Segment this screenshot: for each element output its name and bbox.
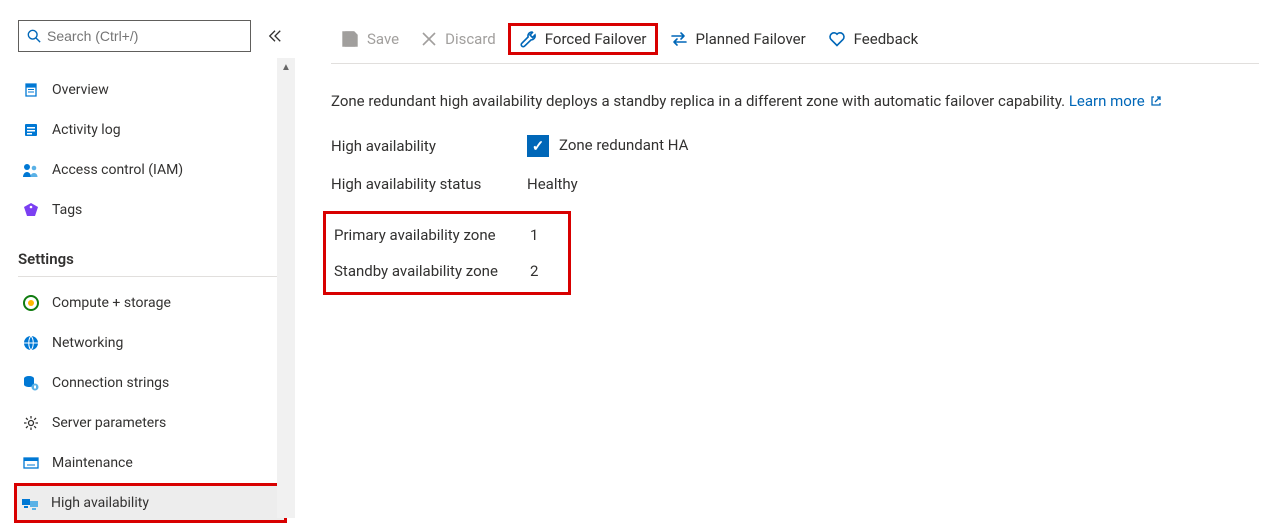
- standby-zone-label: Standby availability zone: [334, 262, 526, 280]
- primary-zone-value: 1: [530, 226, 538, 244]
- settings-heading: Settings: [18, 250, 287, 277]
- planned-failover-label: Planned Failover: [696, 30, 806, 48]
- standby-zone-value: 2: [530, 262, 538, 280]
- tags-icon: [22, 201, 40, 219]
- feedback-label: Feedback: [854, 30, 919, 48]
- sidebar-label: Compute + storage: [52, 295, 171, 311]
- sidebar-label: Access control (IAM): [52, 162, 183, 178]
- network-icon: [22, 334, 40, 352]
- save-icon: [341, 30, 359, 48]
- ha-icon: [21, 494, 39, 512]
- sidebar-label: Tags: [52, 202, 82, 218]
- sidebar-label: Networking: [52, 335, 123, 351]
- nav-settings: Compute + storage Networking Connection …: [18, 283, 295, 523]
- learn-more-link[interactable]: Learn more: [1069, 92, 1163, 110]
- external-link-icon: [1150, 93, 1162, 111]
- compute-icon: [22, 294, 40, 312]
- connection-icon: [22, 374, 40, 392]
- search-input[interactable]: [47, 28, 242, 44]
- sidebar-item-tags[interactable]: Tags: [18, 190, 287, 230]
- sidebar-item-activity-log[interactable]: Activity log: [18, 110, 287, 150]
- ha-checkbox-label: Zone redundant HA: [559, 136, 688, 154]
- ha-status-value: Healthy: [527, 175, 688, 193]
- intro-text: Zone redundant high availability deploys…: [331, 92, 1259, 111]
- sidebar-item-compute-storage[interactable]: Compute + storage: [18, 283, 287, 323]
- zone-redundant-checkbox[interactable]: ✓: [527, 135, 549, 157]
- swap-icon: [670, 30, 688, 48]
- sidebar-item-high-availability[interactable]: High availability: [14, 483, 287, 523]
- discard-label: Discard: [445, 30, 496, 48]
- toolbar: Save Discard Forced Failover Planned Fai…: [331, 20, 1259, 64]
- sidebar-item-maintenance[interactable]: Maintenance: [18, 443, 287, 483]
- nav-top: Overview Activity log Access control (IA…: [18, 70, 295, 230]
- sidebar-item-networking[interactable]: Networking: [18, 323, 287, 363]
- sidebar-label: Maintenance: [52, 455, 133, 471]
- search-box[interactable]: [18, 20, 251, 52]
- overview-icon: [22, 81, 40, 99]
- ha-checkbox-cell: ✓ Zone redundant HA: [527, 135, 688, 157]
- iam-icon: [22, 161, 40, 179]
- double-chevron-left-icon: [268, 29, 282, 43]
- zone-highlight-box: Primary availability zone 1 Standby avai…: [323, 211, 571, 295]
- maintenance-icon: [22, 454, 40, 472]
- sidebar-label: Server parameters: [52, 415, 166, 431]
- properties-grid: High availability ✓ Zone redundant HA Hig…: [331, 135, 688, 295]
- sidebar-label: Connection strings: [52, 375, 169, 391]
- save-button: Save: [331, 24, 409, 54]
- sidebar-scrollbar[interactable]: ▲: [277, 58, 295, 518]
- forced-failover-label: Forced Failover: [545, 30, 647, 48]
- discard-button: Discard: [411, 24, 506, 54]
- gear-icon: [22, 414, 40, 432]
- sidebar-item-connection-strings[interactable]: Connection strings: [18, 363, 287, 403]
- sidebar-label: Overview: [52, 82, 109, 98]
- ha-label: High availability: [331, 137, 523, 155]
- collapse-sidebar-button[interactable]: [263, 24, 287, 48]
- planned-failover-button[interactable]: Planned Failover: [660, 24, 816, 54]
- forced-failover-button[interactable]: Forced Failover: [508, 23, 658, 55]
- wrench-icon: [519, 30, 537, 48]
- ha-status-label: High availability status: [331, 175, 523, 193]
- main-content: Save Discard Forced Failover Planned Fai…: [295, 0, 1283, 518]
- log-icon: [22, 121, 40, 139]
- sidebar-item-access-control[interactable]: Access control (IAM): [18, 150, 287, 190]
- feedback-button[interactable]: Feedback: [818, 24, 929, 54]
- search-icon: [27, 29, 41, 43]
- sidebar-label: Activity log: [52, 122, 121, 138]
- check-icon: ✓: [532, 137, 545, 155]
- sidebar: Overview Activity log Access control (IA…: [0, 0, 295, 518]
- scroll-up-arrow-icon[interactable]: ▲: [277, 58, 295, 76]
- discard-icon: [421, 31, 437, 47]
- sidebar-item-overview[interactable]: Overview: [18, 70, 287, 110]
- save-label: Save: [367, 30, 399, 48]
- heart-icon: [828, 30, 846, 48]
- primary-zone-label: Primary availability zone: [334, 226, 526, 244]
- sidebar-item-server-parameters[interactable]: Server parameters: [18, 403, 287, 443]
- sidebar-label: High availability: [51, 495, 149, 511]
